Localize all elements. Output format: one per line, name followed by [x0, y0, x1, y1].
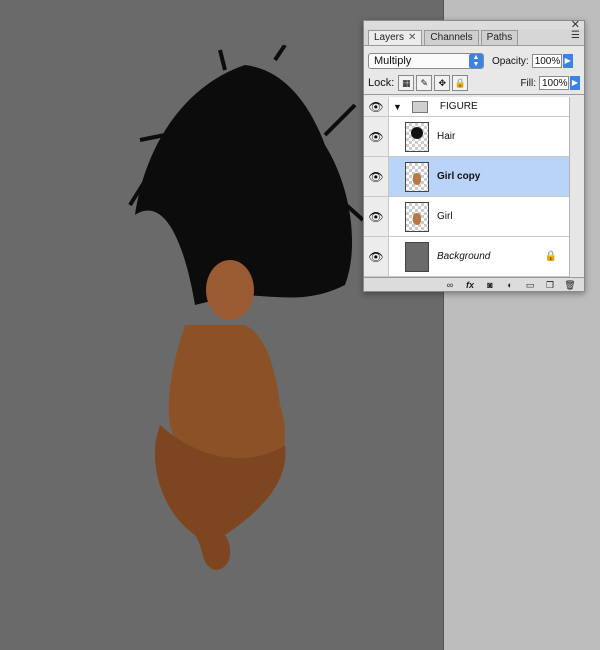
eye-icon: 👁: [368, 129, 384, 144]
layers-scrollbar[interactable]: [569, 97, 584, 277]
layer-girl[interactable]: 👁 Girl: [364, 197, 569, 237]
eye-icon: 👁: [368, 169, 384, 184]
layers-panel: ✕ Layers ✕ Channels Paths ☰ Multiply ▲ ▼ O…: [363, 19, 585, 292]
trash-icon[interactable]: 🗑: [562, 279, 578, 291]
blend-row: Multiply ▲ ▼ Opacity: 100% ▶: [364, 50, 584, 72]
eye-icon: 👁: [368, 99, 384, 114]
lock-move-icon[interactable]: ✥: [434, 75, 451, 91]
lock-row: Lock: ▦ ✎ ✥ 🔒 Fill: 100% ▶: [364, 72, 584, 95]
layer-thumbnail: [405, 241, 429, 272]
adjustment-layer-icon[interactable]: ◐: [502, 279, 518, 291]
layer-thumbnail: [405, 201, 429, 232]
tab-layers[interactable]: Layers ✕: [368, 30, 423, 45]
tab-close-icon[interactable]: ✕: [408, 32, 416, 43]
blend-mode-value: Multiply: [374, 55, 412, 67]
visibility-toggle[interactable]: 👁: [364, 117, 389, 156]
lock-icon: 🔒: [544, 251, 557, 262]
opacity-field[interactable]: 100%: [531, 54, 562, 68]
fx-icon[interactable]: fx: [462, 279, 478, 291]
panel-tabs: Layers ✕ Channels Paths ☰: [364, 29, 584, 46]
visibility-toggle[interactable]: 👁: [364, 197, 389, 236]
layer-background[interactable]: 👁 Background 🔒: [364, 237, 569, 277]
fill-label: Fill:: [520, 77, 536, 89]
figure-artwork: [128, 45, 365, 570]
lock-brush-icon[interactable]: ✎: [416, 75, 433, 91]
layer-group-figure[interactable]: 👁 ▼ FIGURE: [364, 97, 569, 117]
layer-name: Girl copy: [437, 171, 481, 182]
eye-icon: 👁: [368, 209, 384, 224]
layer-name: Hair: [437, 131, 456, 142]
layers-list: 👁 ▼ FIGURE 👁 Hair 👁 Girl copy 👁 Girl 👁 B…: [364, 97, 569, 277]
opacity-flyout-icon[interactable]: ▶: [562, 54, 573, 68]
opacity-label: Opacity:: [492, 55, 529, 67]
add-mask-icon[interactable]: ◙: [482, 279, 498, 291]
tab-layers-label: Layers: [374, 32, 405, 43]
layer-girl-copy[interactable]: 👁 Girl copy: [364, 157, 569, 197]
folder-icon: [411, 100, 428, 113]
layer-name: FIGURE: [439, 101, 478, 112]
lock-icons: ▦ ✎ ✥ 🔒: [398, 75, 470, 91]
link-layers-icon[interactable]: ∞: [442, 279, 458, 291]
blend-mode-select[interactable]: Multiply ▲ ▼: [368, 53, 484, 69]
layer-name: Girl: [437, 211, 453, 222]
lock-all-icon[interactable]: 🔒: [452, 75, 469, 91]
visibility-toggle[interactable]: 👁: [364, 97, 389, 116]
new-group-icon[interactable]: ▭: [522, 279, 538, 291]
panel-footer: ∞ fx ◙ ◐ ▭ ❐ 🗑: [364, 277, 584, 291]
tab-channels[interactable]: Channels: [424, 30, 479, 45]
eye-icon: 👁: [368, 249, 384, 264]
panel-menu-icon[interactable]: ☰: [571, 30, 580, 41]
layer-thumbnail: [405, 121, 429, 152]
layer-name: Background: [437, 251, 491, 262]
visibility-toggle[interactable]: 👁: [364, 157, 389, 196]
tab-channels-label: Channels: [430, 32, 473, 43]
tab-paths-label: Paths: [486, 32, 513, 43]
tab-paths[interactable]: Paths: [480, 30, 519, 45]
layer-thumbnail: [405, 161, 429, 192]
lock-transparency-icon[interactable]: ▦: [398, 75, 415, 91]
select-arrows-icon: ▲ ▼: [469, 54, 483, 68]
fill-field[interactable]: 100%: [539, 76, 569, 90]
panel-titlebar: ✕: [364, 19, 584, 31]
lock-label: Lock:: [368, 77, 395, 89]
visibility-toggle[interactable]: 👁: [364, 237, 389, 276]
fill-flyout-icon[interactable]: ▶: [570, 76, 580, 90]
disclosure-triangle-icon[interactable]: ▼: [393, 102, 402, 112]
layer-hair[interactable]: 👁 Hair: [364, 117, 569, 157]
new-layer-icon[interactable]: ❐: [542, 279, 558, 291]
